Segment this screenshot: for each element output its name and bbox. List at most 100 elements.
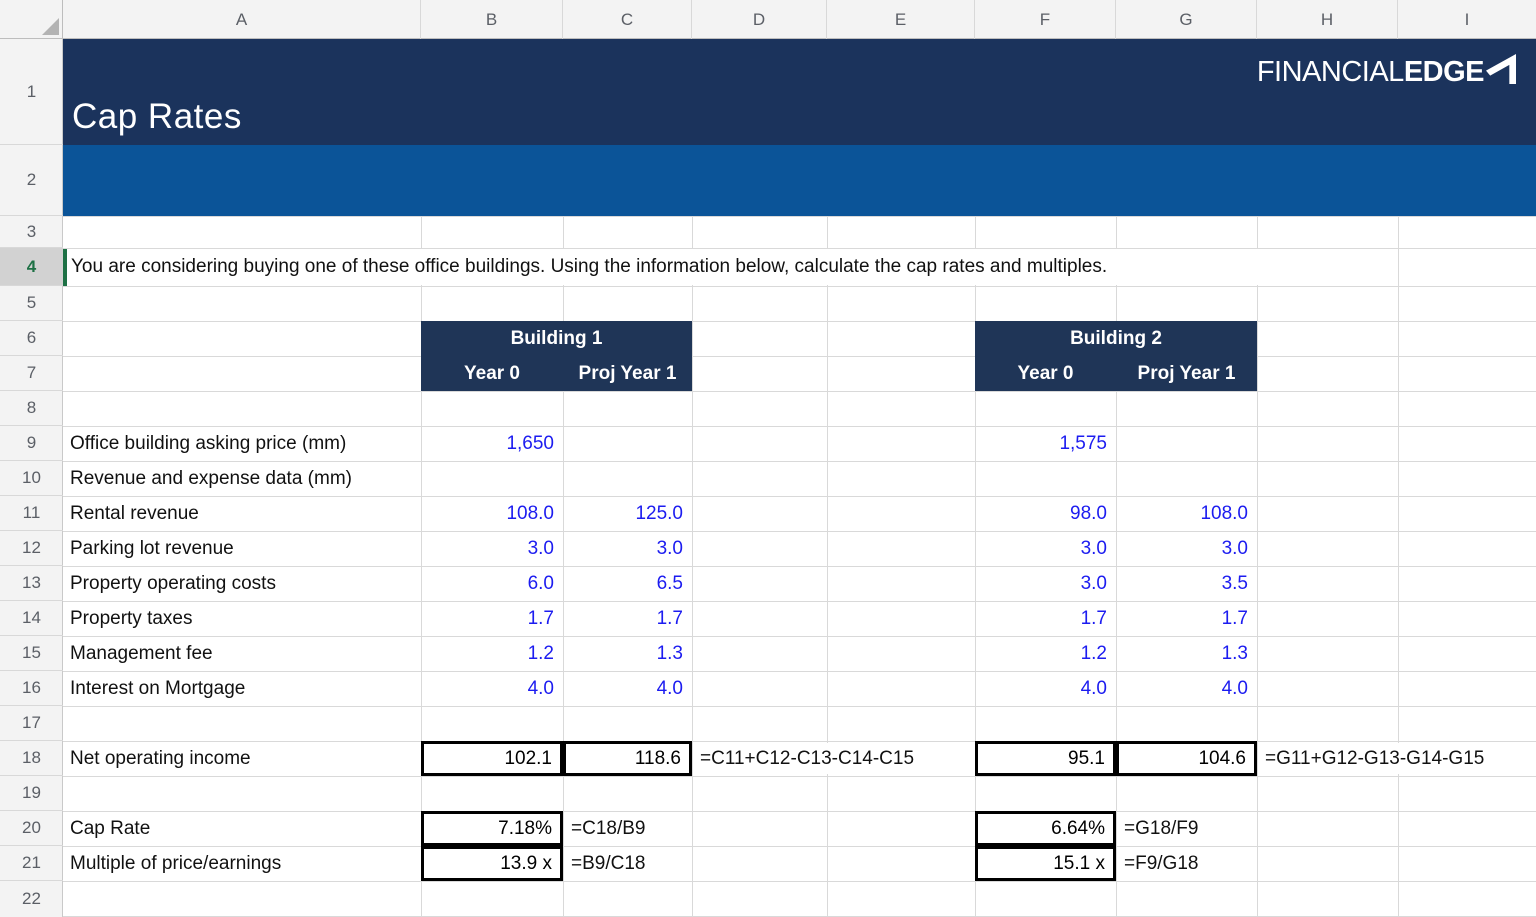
row-header-20[interactable]: 20 <box>0 811 63 846</box>
cell-f12-value[interactable]: 3.0 <box>975 531 1116 566</box>
cell-a14-label[interactable]: Property taxes <box>63 601 421 636</box>
cell-c12-value[interactable]: 3.0 <box>563 531 692 566</box>
cell-a11-label[interactable]: Rental revenue <box>63 496 421 531</box>
building2-year0-header[interactable]: Year 0 <box>975 356 1116 391</box>
cell-g18-noi[interactable]: 104.6 <box>1116 741 1257 776</box>
building2-year1-header[interactable]: Proj Year 1 <box>1116 356 1257 391</box>
cell-a10-label[interactable]: Revenue and expense data (mm) <box>63 461 421 496</box>
row-header-14[interactable]: 14 <box>0 601 63 636</box>
cell-a15-label[interactable]: Management fee <box>63 636 421 671</box>
select-all-triangle-icon <box>42 18 59 35</box>
select-all-corner[interactable] <box>0 0 63 39</box>
row-header-22[interactable]: 22 <box>0 881 63 917</box>
col-header-b[interactable]: B <box>421 0 563 39</box>
row-header-17[interactable]: 17 <box>0 706 63 741</box>
title-banner[interactable]: Cap Rates FINANCIALEDGE <box>63 39 1536 145</box>
row-header-21[interactable]: 21 <box>0 846 63 881</box>
row-header-16[interactable]: 16 <box>0 671 63 706</box>
cell-g11-value[interactable]: 108.0 <box>1116 496 1257 531</box>
col-header-f[interactable]: F <box>975 0 1116 39</box>
cell-c20-formula[interactable]: =C18/B9 <box>566 813 686 844</box>
cell-b15-value[interactable]: 1.2 <box>421 636 563 671</box>
cell-a13-label[interactable]: Property operating costs <box>63 566 421 601</box>
cell-c15-value[interactable]: 1.3 <box>563 636 692 671</box>
row-header-5[interactable]: 5 <box>0 286 63 321</box>
cell-c16-value[interactable]: 4.0 <box>563 671 692 706</box>
row-header-19[interactable]: 19 <box>0 776 63 811</box>
row-header-7[interactable]: 7 <box>0 356 63 391</box>
cell-b12-value[interactable]: 3.0 <box>421 531 563 566</box>
cell-f9-value[interactable]: 1,575 <box>975 426 1116 461</box>
cell-b13-value[interactable]: 6.0 <box>421 566 563 601</box>
cell-a4-instruction[interactable]: You are considering buying one of these … <box>67 249 1367 285</box>
col-header-e[interactable]: E <box>827 0 975 39</box>
row-header-3[interactable]: 3 <box>0 216 63 248</box>
cell-b16-value[interactable]: 4.0 <box>421 671 563 706</box>
col-header-i[interactable]: I <box>1398 0 1536 39</box>
cell-g16-value[interactable]: 4.0 <box>1116 671 1257 706</box>
logo-financial-text: FINANCIAL <box>1257 56 1404 89</box>
cell-a12-label[interactable]: Parking lot revenue <box>63 531 421 566</box>
building1-year0-header[interactable]: Year 0 <box>421 356 563 391</box>
row-header-10[interactable]: 10 <box>0 461 63 496</box>
col-header-c[interactable]: C <box>563 0 692 39</box>
cell-f13-value[interactable]: 3.0 <box>975 566 1116 601</box>
building1-year1-header[interactable]: Proj Year 1 <box>563 356 692 391</box>
cell-d18-formula[interactable]: =C11+C12-C13-C14-C15 <box>695 743 945 774</box>
row-header-1[interactable]: 1 <box>0 39 63 145</box>
cell-b18-noi[interactable]: 102.1 <box>421 741 563 776</box>
cell-b14-value[interactable]: 1.7 <box>421 601 563 636</box>
gridline-h <box>63 286 1536 287</box>
cell-f14-value[interactable]: 1.7 <box>975 601 1116 636</box>
cell-b21-multiple[interactable]: 13.9 x <box>421 846 563 881</box>
cell-f11-value[interactable]: 98.0 <box>975 496 1116 531</box>
cell-g14-value[interactable]: 1.7 <box>1116 601 1257 636</box>
cell-c14-value[interactable]: 1.7 <box>563 601 692 636</box>
cell-b11-value[interactable]: 108.0 <box>421 496 563 531</box>
building1-header[interactable]: Building 1 Year 0 Proj Year 1 <box>421 321 692 391</box>
cell-f16-value[interactable]: 4.0 <box>975 671 1116 706</box>
col-header-g[interactable]: G <box>1116 0 1257 39</box>
cell-c21-formula[interactable]: =B9/C18 <box>566 848 686 879</box>
row-header-4[interactable]: 4 <box>0 248 63 286</box>
cell-a9-label[interactable]: Office building asking price (mm) <box>63 426 421 461</box>
col-header-d[interactable]: D <box>692 0 827 39</box>
cell-a21-label[interactable]: Multiple of price/earnings <box>63 846 421 881</box>
cell-f21-multiple[interactable]: 15.1 x <box>975 846 1116 881</box>
gridline-h <box>63 881 1536 882</box>
cell-g12-value[interactable]: 3.0 <box>1116 531 1257 566</box>
cell-g20-formula[interactable]: =G18/F9 <box>1119 813 1239 844</box>
cell-c13-value[interactable]: 6.5 <box>563 566 692 601</box>
row-header-6[interactable]: 6 <box>0 321 63 356</box>
banner-accent-band[interactable] <box>63 145 1536 216</box>
cell-f18-noi[interactable]: 95.1 <box>975 741 1116 776</box>
row-header-11[interactable]: 11 <box>0 496 63 531</box>
cell-b20-cap-rate[interactable]: 7.18% <box>421 811 563 846</box>
cell-a16-label[interactable]: Interest on Mortgage <box>63 671 421 706</box>
cell-a18-label[interactable]: Net operating income <box>63 741 421 776</box>
row-header-18[interactable]: 18 <box>0 741 63 776</box>
gridline-h <box>63 216 1536 217</box>
row-header-8[interactable]: 8 <box>0 391 63 426</box>
cell-c18-noi[interactable]: 118.6 <box>563 741 692 776</box>
cell-f15-value[interactable]: 1.2 <box>975 636 1116 671</box>
col-header-h[interactable]: H <box>1257 0 1398 39</box>
cell-g21-formula[interactable]: =F9/G18 <box>1119 848 1239 879</box>
cell-f20-cap-rate[interactable]: 6.64% <box>975 811 1116 846</box>
cell-a20-label[interactable]: Cap Rate <box>63 811 421 846</box>
row-header-15[interactable]: 15 <box>0 636 63 671</box>
building2-header[interactable]: Building 2 Year 0 Proj Year 1 <box>975 321 1257 391</box>
row-header-12[interactable]: 12 <box>0 531 63 566</box>
row-header-13[interactable]: 13 <box>0 566 63 601</box>
cell-c11-value[interactable]: 125.0 <box>563 496 692 531</box>
cell-g13-value[interactable]: 3.5 <box>1116 566 1257 601</box>
gridline-h <box>63 356 1536 357</box>
row-header-2[interactable]: 2 <box>0 145 63 216</box>
cell-g15-value[interactable]: 1.3 <box>1116 636 1257 671</box>
row-header-9[interactable]: 9 <box>0 426 63 461</box>
gridline-h <box>63 706 1536 707</box>
cell-b9-value[interactable]: 1,650 <box>421 426 563 461</box>
col-header-a[interactable]: A <box>63 0 421 39</box>
gridline-h <box>63 776 1536 777</box>
cell-h18-formula[interactable]: =G11+G12-G13-G14-G15 <box>1260 743 1522 774</box>
